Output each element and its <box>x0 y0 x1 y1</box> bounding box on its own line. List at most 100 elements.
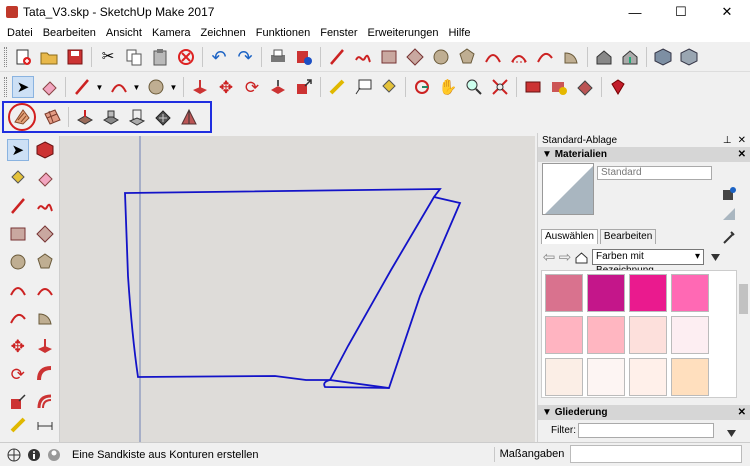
smoove-icon[interactable] <box>74 106 96 128</box>
menu-bearbeiten[interactable]: Bearbeiten <box>38 27 101 39</box>
swatch[interactable] <box>587 274 625 312</box>
section-plane-icon[interactable] <box>574 76 596 98</box>
pin-icon[interactable]: ⊥ <box>723 135 732 146</box>
follow-me-icon[interactable] <box>267 76 289 98</box>
ruby-console-icon[interactable] <box>607 76 629 98</box>
swatch[interactable] <box>629 358 667 396</box>
paint-bucket-icon[interactable] <box>378 76 400 98</box>
rotated-rectangle-icon[interactable] <box>404 46 426 68</box>
collapse-arrow-icon[interactable]: ▼ <box>542 407 555 418</box>
credits-info-icon[interactable] <box>26 447 42 463</box>
undo-icon[interactable]: ↶ <box>208 46 230 68</box>
arc-dropdown-icon[interactable]: ▼ <box>132 76 141 98</box>
stamp-icon[interactable] <box>100 106 122 128</box>
minimize-button[interactable]: — <box>612 0 658 24</box>
drawing-area[interactable] <box>60 136 535 442</box>
filter-input[interactable] <box>578 423 714 438</box>
sandbox-from-scratch-icon[interactable] <box>41 106 63 128</box>
arc-tool-icon[interactable] <box>482 46 504 68</box>
tray-close-icon[interactable]: ✕ <box>738 135 746 146</box>
eraser-tool-icon[interactable] <box>38 76 60 98</box>
two-point-arc-icon[interactable] <box>508 46 530 68</box>
swatch[interactable] <box>545 316 583 354</box>
toolbar-grip[interactable] <box>4 46 7 67</box>
move-tool-icon[interactable]: ✥ <box>215 76 237 98</box>
dimension-tool-icon[interactable] <box>35 414 57 436</box>
select-tool-icon[interactable]: ➤ <box>12 76 34 98</box>
freehand-tool-icon[interactable] <box>35 195 57 217</box>
erase-icon[interactable] <box>175 46 197 68</box>
swatch[interactable] <box>545 358 583 396</box>
copy-icon[interactable] <box>123 46 145 68</box>
rotate-tool-icon[interactable]: ⟳ <box>241 76 263 98</box>
tab-select[interactable]: Auswählen <box>541 229 598 244</box>
menu-zeichnen[interactable]: Zeichnen <box>196 27 251 39</box>
material-name-field[interactable]: Standard <box>597 166 712 180</box>
eraser-tool-icon[interactable] <box>35 167 57 189</box>
collapse-arrow-icon[interactable]: ▼ <box>542 149 555 160</box>
menu-funktionen[interactable]: Funktionen <box>251 27 315 39</box>
styles-icon[interactable] <box>522 76 544 98</box>
select-tool-icon[interactable]: ➤ <box>7 139 29 161</box>
materials-header[interactable]: ▼ Materialien ✕ <box>538 147 750 162</box>
menu-ansicht[interactable]: Ansicht <box>101 27 147 39</box>
two-point-arc-icon[interactable] <box>35 279 57 301</box>
close-button[interactable]: ✕ <box>704 0 750 24</box>
menu-fenster[interactable]: Fenster <box>315 27 362 39</box>
swatch[interactable] <box>587 316 625 354</box>
open-folder-icon[interactable] <box>38 46 60 68</box>
paste-icon[interactable] <box>149 46 171 68</box>
forward-arrow-icon[interactable]: ⇨ <box>558 250 572 265</box>
zoom-extents-icon[interactable] <box>489 76 511 98</box>
toolbar-grip[interactable] <box>4 77 7 97</box>
components-icon[interactable] <box>652 46 674 68</box>
drape-icon[interactable] <box>126 106 148 128</box>
details-arrow-icon[interactable] <box>708 250 722 264</box>
swatch[interactable] <box>629 274 667 312</box>
scale-tool-icon[interactable] <box>7 391 29 413</box>
offset-tool-icon[interactable] <box>35 391 57 413</box>
default-material-icon[interactable] <box>718 203 740 225</box>
create-material-icon[interactable] <box>718 183 740 205</box>
three-point-arc-icon[interactable] <box>7 307 29 329</box>
scale-tool-icon[interactable] <box>293 76 315 98</box>
shadows-icon[interactable] <box>548 76 570 98</box>
arc-group-icon[interactable] <box>108 76 130 98</box>
maximize-button[interactable]: ☐ <box>658 0 704 24</box>
cut-icon[interactable]: ✂ <box>97 46 119 68</box>
circle-tool-icon[interactable] <box>7 251 29 273</box>
add-detail-icon[interactable] <box>152 106 174 128</box>
warehouse-icon[interactable] <box>593 46 615 68</box>
swatch[interactable] <box>629 316 667 354</box>
push-pull-icon[interactable] <box>35 335 57 357</box>
follow-me-icon[interactable] <box>35 363 57 385</box>
push-pull-icon[interactable] <box>189 76 211 98</box>
swatch[interactable] <box>671 274 709 312</box>
arc-tool-icon[interactable] <box>7 279 29 301</box>
outliner-details-icon[interactable] <box>720 422 742 444</box>
model-info-icon[interactable] <box>293 46 315 68</box>
shapes-dropdown-icon[interactable]: ▼ <box>169 76 178 98</box>
text-tool-icon[interactable] <box>352 76 374 98</box>
polygon-tool-icon[interactable] <box>456 46 478 68</box>
save-icon[interactable] <box>64 46 86 68</box>
materials-close-icon[interactable]: ✕ <box>738 149 746 160</box>
measurements-input[interactable] <box>570 445 742 463</box>
tape-measure-icon[interactable] <box>326 76 348 98</box>
swatch[interactable] <box>545 274 583 312</box>
back-arrow-icon[interactable]: ⇦ <box>542 250 556 265</box>
line-tool-icon[interactable] <box>326 46 348 68</box>
contour-outline[interactable] <box>124 188 442 381</box>
polygon-tool-icon[interactable] <box>35 251 57 273</box>
rectangle-tool-icon[interactable] <box>378 46 400 68</box>
scrollbar-thumb[interactable] <box>739 284 748 314</box>
new-file-icon[interactable] <box>12 46 34 68</box>
pie-tool-icon[interactable] <box>560 46 582 68</box>
outliner-close-icon[interactable]: ✕ <box>738 407 746 418</box>
rotate-tool-icon[interactable]: ⟳ <box>7 363 29 385</box>
rotated-rectangle-icon[interactable] <box>35 223 57 245</box>
rectangle-tool-icon[interactable] <box>7 223 29 245</box>
sandbox-from-contours-icon[interactable] <box>8 103 36 131</box>
sample-paint-icon[interactable] <box>718 226 740 248</box>
print-icon[interactable] <box>267 46 289 68</box>
